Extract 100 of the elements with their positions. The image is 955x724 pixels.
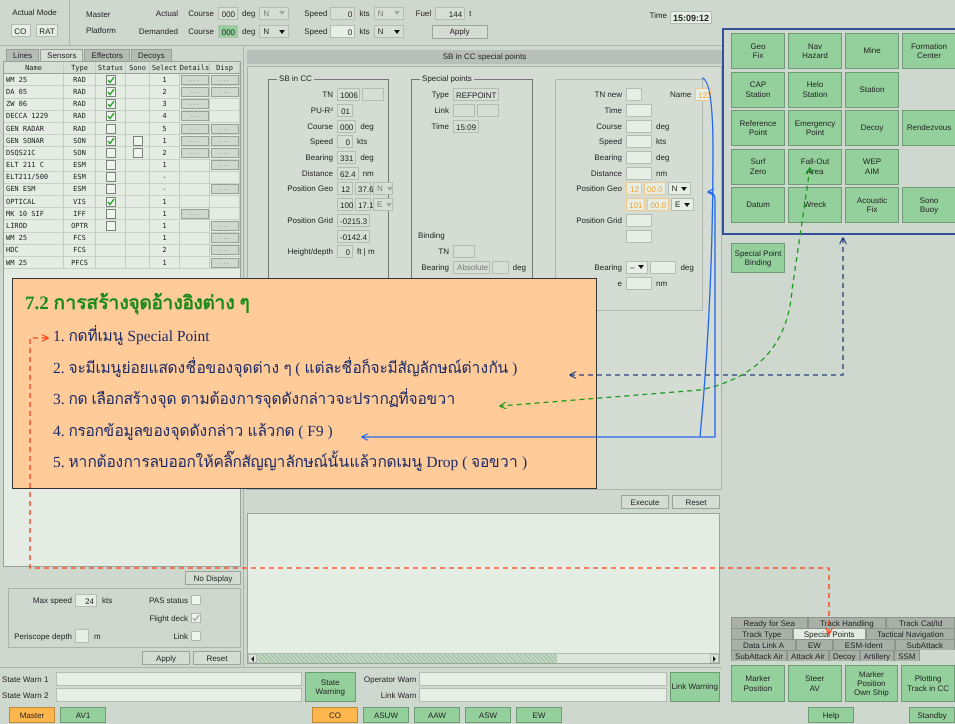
text-field[interactable]: 100 [337,198,353,212]
tab[interactable]: Track Cat/Id [886,617,955,628]
mode-button[interactable]: AAW [414,707,460,723]
text-field[interactable]: 0 [337,245,353,258]
checkbox[interactable] [106,221,116,232]
tab[interactable]: Track Handling [808,617,886,628]
action-button[interactable]: Marker Position Own Ship [844,665,898,702]
point-type-button[interactable]: CAP Station [731,72,785,108]
scrollbar[interactable] [248,653,719,663]
text-field[interactable] [626,230,652,243]
text-field[interactable]: 37.6 [355,182,371,196]
text-field[interactable]: -0142.4 [337,230,370,243]
text-field[interactable]: REFPOINT [453,88,500,102]
text-field[interactable]: 0 [337,135,353,148]
panel-button[interactable]: Reset [672,495,720,509]
text-field[interactable] [626,151,652,164]
periscope-depth-field[interactable] [75,629,89,643]
point-type-button[interactable]: WEP AIM [845,148,899,184]
text-field[interactable]: 12 [337,182,353,196]
text-field[interactable]: 1006 [337,88,360,102]
text-field[interactable] [626,166,652,180]
text-field[interactable]: 01 [337,104,353,118]
panel-button[interactable]: Reset [193,651,241,665]
checkbox[interactable] [106,196,116,207]
tab[interactable]: Decoy [828,650,860,661]
mode-button[interactable]: AV1 [60,707,106,723]
checkbox[interactable] [106,184,116,194]
checkbox[interactable] [106,111,116,122]
text-field[interactable] [453,104,475,118]
text-field[interactable] [650,260,676,274]
text-field[interactable] [626,276,652,290]
course-field[interactable]: 000 [218,25,238,38]
no-display-button[interactable]: No Display [185,571,241,585]
speed-field[interactable]: 0 [330,25,356,38]
mode-button[interactable]: Standby [909,707,955,723]
course-field[interactable]: 000 [218,6,238,20]
checkbox[interactable] [106,148,116,158]
checkbox[interactable] [106,172,116,182]
tab[interactable]: Artillery [860,650,894,661]
point-type-button[interactable]: Rendezvous [902,110,955,146]
state-warning-button[interactable]: State Warning [305,672,356,702]
point-type-button[interactable]: Surf Zero [731,148,785,184]
text-field[interactable] [626,104,652,118]
point-type-button[interactable]: Reference Point [731,110,785,146]
text-field[interactable]: 62.4 [337,166,359,180]
point-type-button[interactable]: Sono Buoy [902,187,955,223]
panel-button[interactable]: Apply [142,651,190,665]
mode-button[interactable]: ASW [465,707,511,723]
text-field[interactable] [626,214,652,227]
point-type-button[interactable]: Decoy [845,110,899,146]
point-type-button[interactable]: Geo Fix [731,33,785,69]
link-warning-button[interactable]: Link Warning [670,672,720,702]
text-field[interactable]: 331 [337,151,356,164]
apply-button[interactable]: Apply [432,24,488,38]
point-type-button[interactable]: Station [845,72,899,108]
text-field[interactable] [492,260,509,274]
max-speed-field[interactable]: 24 [75,594,97,606]
tab[interactable]: SubAttack Air [731,650,788,661]
binding-button[interactable]: Special Point Binding [731,243,785,273]
text-field[interactable] [626,135,652,148]
checkbox[interactable] [106,208,116,219]
text-field[interactable] [626,120,652,133]
tab[interactable]: Lines [6,49,40,61]
speed-field[interactable]: 0 [330,6,356,20]
checkbox[interactable] [106,160,116,170]
tab[interactable]: Data Link A [731,639,796,650]
dropdown[interactable]: N [668,182,692,196]
text-field[interactable] [362,88,384,102]
checkbox[interactable] [132,148,142,158]
point-type-button[interactable]: Nav Hazard [788,33,842,69]
action-button[interactable]: Plotting Track in CC [901,665,955,702]
dropdown[interactable]: N [374,25,404,38]
action-button[interactable]: Steer AV [788,665,842,702]
tab[interactable]: Effectors [84,49,130,61]
text-field[interactable] [453,245,475,258]
checkbox[interactable] [106,136,116,146]
text-field[interactable] [626,88,642,102]
tab[interactable]: SubAttack [894,639,955,650]
mode-button[interactable]: CO [312,707,358,723]
point-type-button[interactable]: Wreck [788,187,842,223]
tab[interactable]: Sensors [40,49,84,61]
tab[interactable]: SSM [894,650,920,661]
checkbox[interactable] [106,99,116,110]
mode-button[interactable]: ASUW [363,707,409,723]
point-type-button[interactable]: Acoustic Fix [845,187,899,223]
dropdown[interactable]: N [259,25,290,38]
text-field[interactable]: -0215.3 [337,214,370,227]
tab[interactable]: Attack Air [787,650,829,661]
mode-button[interactable]: Help [808,707,854,723]
action-button[interactable]: Marker Position [731,665,785,702]
tab[interactable]: Track Type [731,628,793,639]
text-field[interactable]: 17.1 [355,198,371,212]
tab[interactable]: ESM-Ident [832,639,895,650]
dropdown[interactable]: – [626,260,648,274]
tab[interactable]: Special Points [792,628,866,639]
point-type-button[interactable]: Emergency Point [788,110,842,146]
point-type-button[interactable]: Helo Station [788,72,842,108]
text-field[interactable] [477,104,499,118]
mode-button[interactable]: Master [9,707,55,723]
text-field[interactable]: 000 [337,120,356,133]
